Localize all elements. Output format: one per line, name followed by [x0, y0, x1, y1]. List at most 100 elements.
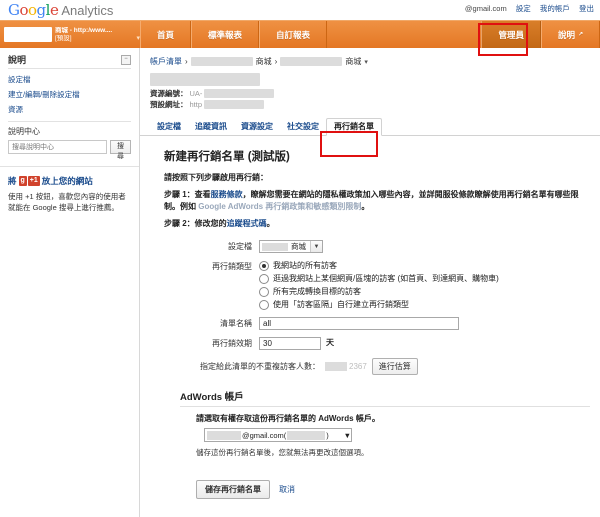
step-2-prefix: 步驟 2：修改您的	[164, 219, 227, 228]
adwords-policy-link[interactable]: Google AdWords 再行銷政策和敏感類別限制	[198, 202, 361, 211]
save-remarketing-list-button[interactable]: 儲存再行銷名單	[196, 480, 270, 499]
radio-label: 我網站的所有訪客	[273, 261, 337, 270]
main-content: 帳戶清單 › 商城 › 商城 ▾ 資源編號： UA- 預設網址： http 設定…	[140, 48, 600, 517]
chevron-down-icon[interactable]: ▼	[310, 241, 322, 252]
nav-tab-custom-reports[interactable]: 自訂報表	[259, 21, 328, 48]
breadcrumb-account-redacted	[190, 57, 253, 66]
property-url-label: 預設網址：	[150, 100, 188, 109]
help-search-input[interactable]	[8, 140, 107, 154]
profile-select-value: 商城	[291, 242, 306, 251]
breadcrumb-chevron-down-icon[interactable]: ▾	[364, 58, 368, 66]
adwords-account-redacted-2	[287, 430, 326, 440]
profile-select[interactable]: 商城 ▼	[259, 240, 323, 253]
duration-label: 再行銷效期	[212, 339, 252, 348]
tracking-code-link[interactable]: 追蹤程式碼	[227, 219, 267, 228]
breadcrumb-property-redacted	[280, 57, 343, 66]
radio-icon[interactable]	[259, 286, 269, 297]
tab-profiles[interactable]: 設定檔	[150, 119, 188, 135]
breadcrumb-separator-2: ›	[274, 57, 278, 66]
sub-tab-bar: 設定檔 追蹤資訊 資源設定 社交設定 再行銷名單	[140, 118, 600, 136]
remarketing-form: 設定檔 商城 ▼ 再行銷類型 我網站的所有訪客 逛過我網站上某個網頁/區塊的訪客…	[164, 240, 590, 499]
cancel-link[interactable]: 取消	[279, 484, 295, 495]
radio-icon[interactable]	[259, 273, 269, 284]
primary-nav-bar: 商城 - http:/www.... [預設] ▾ 首頁 標準報表 自訂報表 管…	[0, 20, 600, 48]
lead-text: 請按照下列步驟啟用再行銷：	[164, 173, 268, 182]
profile-default-tag: [預設]	[55, 34, 72, 42]
radio-option-custom-segment[interactable]: 使用「訪客區隔」自行建立再行銷類型	[259, 299, 499, 310]
estimate-redacted	[325, 362, 347, 372]
profile-select-redacted	[262, 242, 288, 251]
nav-tabs-left: 首頁 標準報表 自訂報表	[140, 21, 328, 48]
sidebar-header: 說明 −	[8, 53, 131, 69]
radio-icon[interactable]	[259, 260, 269, 271]
adwords-section-title: AdWords 帳戶	[180, 389, 590, 407]
chevron-down-icon[interactable]: ▾	[136, 34, 140, 42]
profile-label: 商城 - http:/www.... [預設]	[55, 27, 134, 43]
list-name-label: 清單名稱	[220, 319, 252, 328]
my-account-link[interactable]: 我的帳戶	[540, 4, 570, 13]
breadcrumb-account-list[interactable]: 帳戶清單	[150, 56, 182, 67]
property-url-line: 預設網址： http	[150, 99, 600, 110]
remarketing-type-label: 再行銷類型	[212, 262, 252, 271]
external-link-icon: ↗	[577, 32, 583, 38]
radio-icon[interactable]	[259, 299, 269, 310]
sidebar-item-profile[interactable]: 設定檔	[8, 72, 131, 87]
radio-option-goal-converters[interactable]: 所有完成轉換目標的訪客	[259, 286, 499, 297]
nav-tabs-right: 管理員 說明 ↗	[481, 21, 600, 48]
breadcrumb-account-suffix[interactable]: 商城	[256, 56, 272, 67]
collapse-icon[interactable]: −	[121, 54, 131, 65]
plus-one-badge: +1	[27, 176, 40, 186]
chevron-down-icon[interactable]: ▼	[344, 431, 351, 440]
duration-input[interactable]	[259, 337, 321, 350]
profile-selector[interactable]: 商城 - http:/www.... [預設] ▾	[0, 21, 140, 48]
profile-name-redacted	[4, 27, 52, 42]
estimate-row: 指定給此清單的不重複訪客人數： 2367 進行估算	[200, 358, 590, 375]
profile-title: 商城 - http:/www....	[55, 26, 113, 34]
tab-tracking-info[interactable]: 追蹤資訊	[188, 119, 234, 135]
list-name-input[interactable]	[259, 317, 459, 330]
step-1: 步驟 1：查看服務條款，瞭解您需要在網站的隱私權政策加入哪些內容，並詳閱服役條款…	[164, 189, 590, 213]
signout-link[interactable]: 登出	[579, 4, 594, 13]
plus-one-promo: 將 g +1 放上您的網站 使用 +1 按鈕，喜歡您內容的使用者就能在 Goog…	[0, 166, 139, 219]
nav-tab-admin[interactable]: 管理員	[481, 21, 541, 48]
radio-option-all-visitors[interactable]: 我網站的所有訪客	[259, 260, 499, 271]
estimate-value: 2367	[349, 361, 367, 371]
page-root: Google Analytics @gmail.com 設定 我的帳戶 登出 商城…	[0, 0, 600, 517]
terms-of-service-link[interactable]: 服務條款	[211, 190, 243, 199]
property-name-redacted	[150, 73, 260, 86]
property-id-label: 資源編號：	[150, 89, 188, 98]
tab-remarketing-lists[interactable]: 再行銷名單	[326, 118, 382, 136]
sidebar-item-manage-profiles[interactable]: 建立/編輯/刪除設定檔	[8, 87, 131, 102]
adwords-account-email: @gmail.com(	[242, 430, 287, 440]
help-search-button[interactable]: 搜尋	[110, 140, 131, 160]
radio-option-page-visitors[interactable]: 逛過我網站上某個網頁/區塊的訪客 (如首頁、到達網頁、購物車)	[259, 273, 499, 284]
profile-field-label: 設定檔	[228, 242, 252, 251]
remarketing-type-options: 我網站的所有訪客 逛過我網站上某個網頁/區塊的訪客 (如首頁、到達網頁、購物車)…	[259, 260, 499, 310]
breadcrumb-property-suffix[interactable]: 商城	[345, 56, 361, 67]
nav-tab-standard-reports[interactable]: 標準報表	[191, 21, 260, 48]
property-id-line: 資源編號： UA-	[150, 88, 600, 99]
radio-label: 使用「訪客區隔」自行建立再行銷類型	[273, 300, 409, 309]
breadcrumb: 帳戶清單 › 商城 › 商城 ▾	[140, 48, 600, 72]
page-title: 新建再行銷名單 (測試版)	[164, 151, 290, 163]
estimate-button[interactable]: 進行估算	[371, 358, 418, 375]
body-wrapper: 說明 − 設定檔 建立/編輯/刪除設定檔 資源 說明中心 搜尋 將 g	[0, 48, 600, 517]
account-email: @gmail.com	[464, 4, 507, 13]
sidebar-title: 說明	[8, 55, 27, 65]
nav-tab-help[interactable]: 說明 ↗	[540, 21, 600, 48]
plus-one-g: g	[18, 176, 27, 186]
property-summary: 資源編號： UA- 預設網址： http	[140, 72, 600, 110]
adwords-account-select[interactable]: @gmail.com( ) ▼	[204, 428, 352, 442]
tab-property-settings[interactable]: 資源設定	[234, 119, 280, 135]
sidebar-item-property[interactable]: 資源	[8, 102, 131, 117]
google-analytics-logo: Google Analytics	[8, 1, 114, 19]
estimate-label: 指定給此清單的不重複訪客人數：	[200, 362, 320, 371]
nav-tab-help-label: 說明	[557, 29, 575, 40]
nav-tab-home[interactable]: 首頁	[140, 21, 192, 48]
google-plus-one-icon: g +1	[18, 176, 40, 186]
tab-social-settings[interactable]: 社交設定	[280, 119, 326, 135]
remarketing-type-row: 再行銷類型 我網站的所有訪客 逛過我網站上某個網頁/區塊的訪客 (如首頁、到達網…	[180, 260, 590, 310]
remarketing-form-panel: 新建再行銷名單 (測試版) 請按照下列步驟啟用再行銷： 步驟 1：查看服務條款，…	[140, 136, 600, 499]
settings-link[interactable]: 設定	[516, 4, 531, 13]
adwords-account-close-paren: )	[326, 430, 329, 440]
